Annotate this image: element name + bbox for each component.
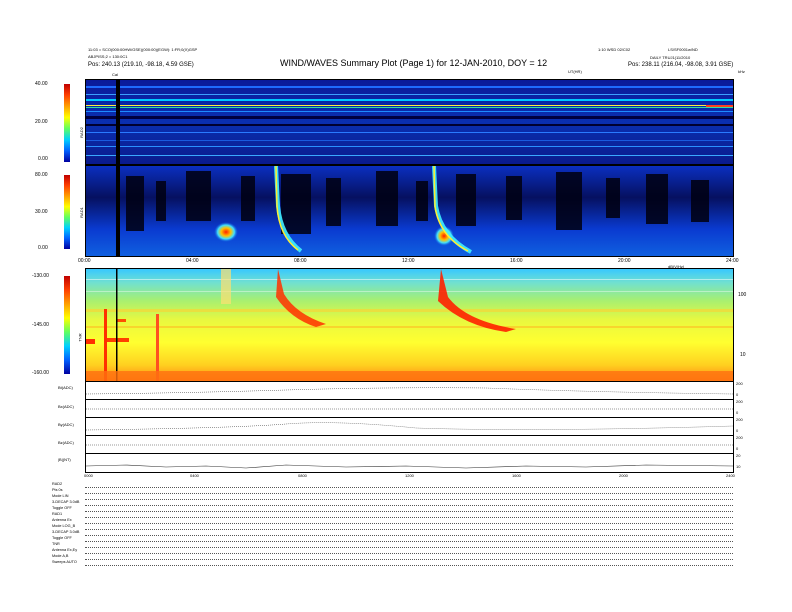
page-title: WIND/WAVES Summary Plot (Page 1) for 12-… [280,58,548,68]
rad1-spectrogram [85,165,734,257]
status-row-0: RAD2 [52,482,63,486]
rad2-spectrogram [85,79,734,165]
khz-label: kHz [738,69,745,74]
status-row-11: Antenna Ex,Ey [52,548,78,552]
rad2-tick-top: 40.00 [35,81,48,87]
tnr-tick-top: -130.00 [32,273,49,279]
header-left-line2: ABJPISS;2 = 130:0C1 [88,54,128,59]
status-row-6: Antenna Ex [52,518,72,522]
tnr-svg [86,269,733,382]
strip-bt-rtick-bottom: 0 [736,392,739,397]
strip-n-rtick-bottom: 10 [736,464,741,469]
strip-label-bz: Bz(ADC) [58,440,74,445]
strip-n-rtick-top: 20 [736,453,741,458]
tnr-spectrogram [85,268,734,383]
ut-label: UT(HR) [568,69,582,74]
strip-label-by: By(ADC) [58,422,74,427]
status-row-1: Pts 0s [52,488,63,492]
header-right-corner: LS/SF0001w/ND [668,47,698,52]
strip-bz-rtick-top: 200 [736,435,743,440]
rad2-colorbar [64,84,70,162]
status-row-10: TNR [52,542,60,546]
strip-xtick-4: 1600 [512,473,521,478]
strip-bx-rtick-top: 200 [736,399,743,404]
rad2-tick-mid: 20.00 [35,119,48,125]
header-left-line3: Pos: 240.13 (219.10, -98.18, 4.59 GSE) [88,62,194,68]
strip-xtick-0: 0000 [84,473,93,478]
strip-xtick-5: 2000 [619,473,628,478]
wind-waves-summary-page: { "header": { "title": "WIND/WAVES Summa… [0,0,792,612]
rad1-xtick-5: 20:00 [618,258,631,264]
header-left-line1: 11:03 = SCO(000:00HW/GSE)(000:00)(EGW): … [88,47,198,52]
strip-bt [85,381,734,400]
strip-by-rtick-bottom: 0 [736,428,739,433]
rad1-tick-bottom: 0.00 [38,245,48,251]
status-row-3: 3-DECAP 3.0dB [52,500,80,504]
rad1-xtick-6: 24:00 [726,258,739,264]
rad2-axis-label: RAD2 [78,127,84,138]
strip-xtick-2: 0800 [298,473,307,478]
status-row-9: Toggle OFF [52,536,72,540]
status-row-8: 3-DECAP 3.0dB [52,530,80,534]
tnr-tick-bottom: -160.00 [32,370,49,376]
strip-bt-rtick-top: 200 [736,381,743,386]
strip-by [85,417,734,436]
strip-bx-rtick-bottom: 0 [736,410,739,415]
strip-xtick-6: 2400 [726,473,735,478]
tnr-colorbar [64,276,70,374]
tnr-tick-mid: -145.00 [32,322,49,328]
header-right-line2: DAILY TRUJ1(11/2010 [650,55,691,60]
rad1-colorbar [64,175,70,249]
strip-label-bt: Bt(ADC) [58,385,73,390]
strip-bz [85,435,734,454]
tnr-right-tick-10: 10 [740,352,746,358]
strip-bz-rtick-bottom: 0 [736,446,739,451]
rad1-xtick-3: 12:00 [402,258,415,264]
rad1-tick-mid: 30.00 [35,209,48,215]
status-row-13: Sweeps AUTO [52,560,77,564]
rad1-xtick-2: 08:00 [294,258,307,264]
rad2-svg [86,80,733,164]
tnr-axis-label: TNR [77,333,83,342]
cal-marker-label: Cal [112,72,119,77]
status-row-12: Mode A,B [52,554,69,558]
header-right-line1: 1:10 WSD 02/C02 [598,47,631,52]
status-row-7: Mode LOG_B [52,524,76,528]
status-row-5: RAD1 [52,512,63,516]
strip-by-rtick-top: 200 [736,417,743,422]
rad1-svg [86,166,733,256]
strip-xtick-3: 1200 [405,473,414,478]
strip-label-n: |B|(NT) [58,457,71,462]
status-row-2: Mode LIN [52,494,69,498]
status-row-4: Toggle OFF [52,506,72,510]
header-right-line3: Pos: 238.11 (216.04, -98.08, 3.91 GSE) [628,62,734,68]
rad1-xtick-1: 04:00 [186,258,199,264]
strip-n [85,453,734,473]
strip-bx [85,399,734,418]
tnr-right-tick-100: 100 [738,292,747,298]
rad1-tick-top: 80.00 [35,172,48,178]
strip-label-bx: Bx(ADC) [58,404,74,409]
rad1-xtick-0: 00:00 [78,258,91,264]
rad1-axis-label: RAD1 [78,207,84,218]
rad2-tick-bottom: 0.00 [38,156,48,162]
strip-xtick-1: 0400 [190,473,199,478]
rad1-xtick-4: 16:00 [510,258,523,264]
